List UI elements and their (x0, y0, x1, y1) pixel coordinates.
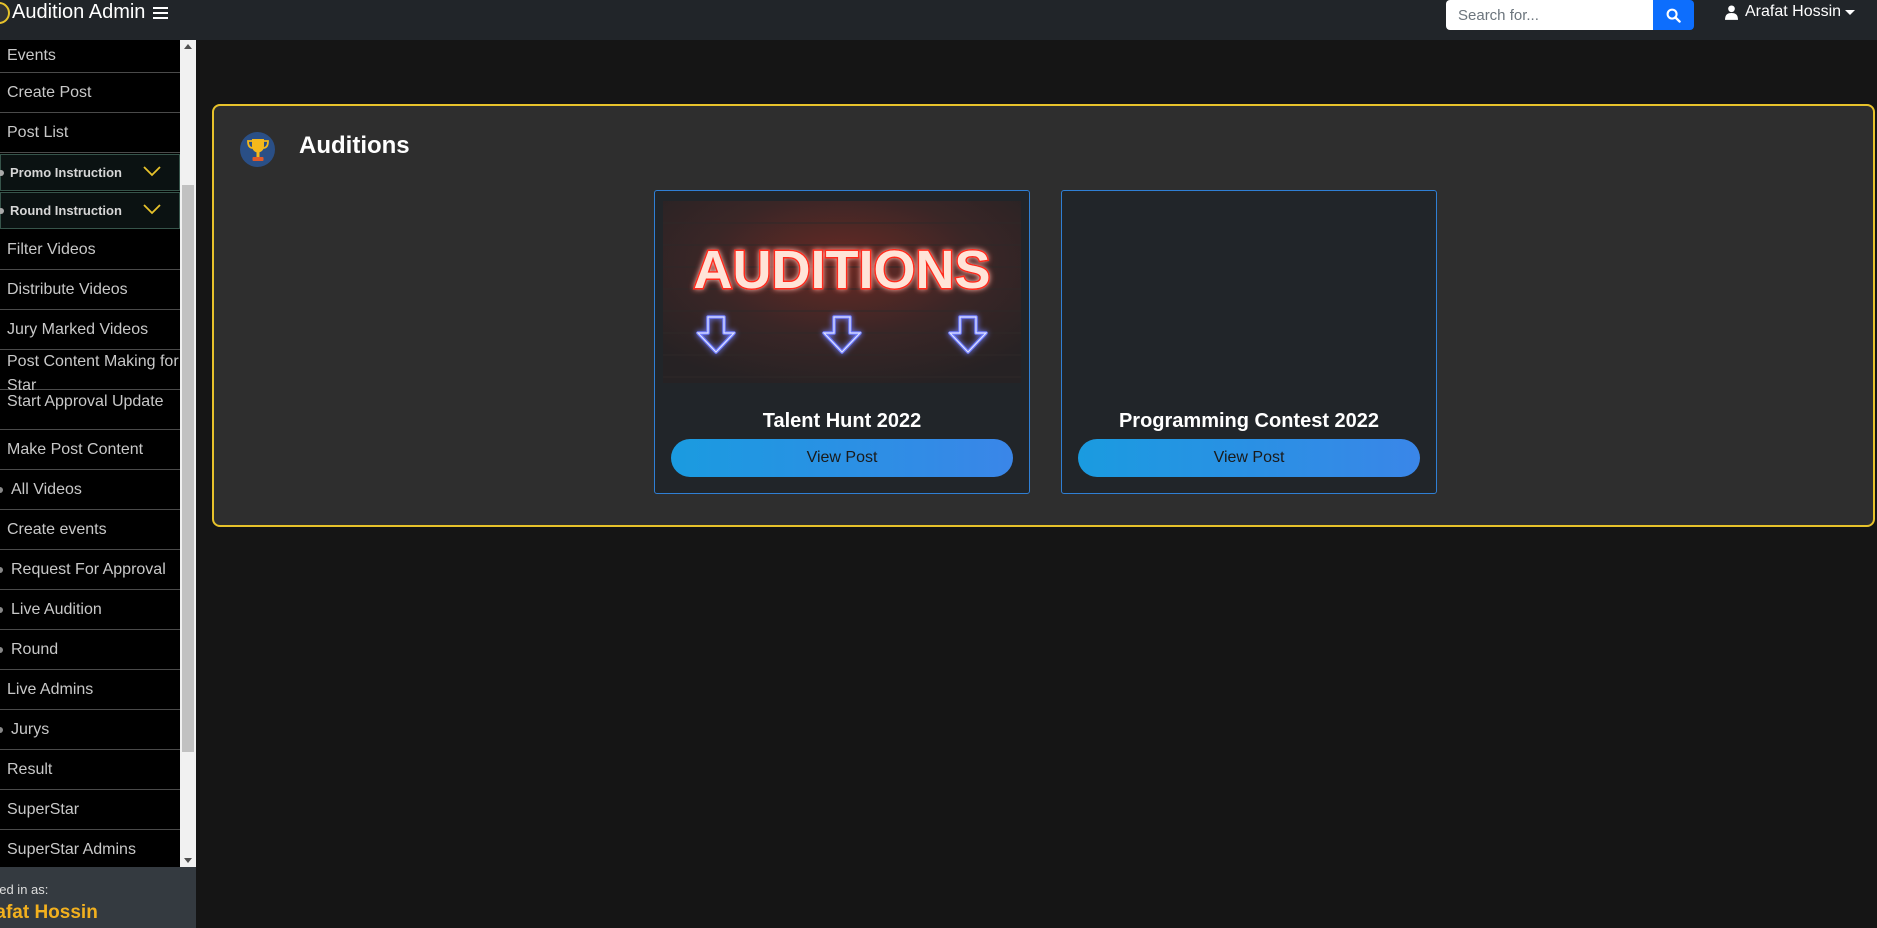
user-name: Arafat Hossin (1745, 3, 1842, 20)
sidebar-item-label: All Videos (11, 480, 82, 498)
view-post-button[interactable]: View Post (671, 439, 1013, 477)
audition-card[interactable]: Programming Contest 2022 View Post (1061, 190, 1437, 494)
scroll-up-arrow-icon[interactable] (184, 44, 192, 49)
sidebar-item-label: Filter Videos (7, 240, 96, 258)
sidebar-item-label: Jurys (11, 720, 50, 738)
sidebar-item-distribute-videos[interactable]: Distribute Videos (0, 270, 180, 310)
sidebar-item-round-instruction[interactable]: Round Instruction (0, 192, 180, 229)
card-title: Programming Contest 2022 (1118, 410, 1380, 432)
sidebar-item-post-list[interactable]: Post List (0, 113, 180, 153)
sidebar-item-label: Make Post Content (7, 440, 144, 458)
sidebar-item-filter-videos[interactable]: Filter Videos (0, 230, 180, 270)
neon-sign-text: AUDITIONS (694, 240, 991, 300)
sidebar-item-label: Round Instruction (10, 203, 122, 218)
caret-down-icon (1845, 9, 1856, 15)
sidebar-item-request-for-approval[interactable]: Request For Approval (0, 550, 180, 590)
sidebar-item-make-post-content[interactable]: Make Post Content (0, 430, 180, 470)
audition-card-image: AUDITIONS (663, 201, 1021, 383)
chevron-down-icon (143, 166, 161, 177)
sidebar-item-jurys[interactable]: Jurys (0, 710, 180, 750)
sidebar-item-label: Start Approval Update (7, 393, 164, 410)
sidebar-item-label: Promo Instruction (10, 165, 122, 180)
brand-logo-icon (0, 1, 10, 24)
sidebar-item-label: Live Admins (7, 680, 94, 698)
sidebar-item-label: Round (11, 640, 59, 658)
sidebar-item-label: SuperStar (7, 800, 80, 818)
sidebar-item-label: Live Audition (11, 600, 102, 618)
user-icon (1725, 4, 1738, 20)
sidebar-item-result[interactable]: Result (0, 750, 180, 790)
sidebar-item-label: Post List (7, 123, 69, 141)
sidebar-item-label: Events (7, 47, 56, 64)
brand-title[interactable]: Audition Admin (12, 1, 145, 24)
sidebar-item-label: Request For Approval (11, 560, 166, 578)
search-icon (1666, 8, 1681, 23)
hamburger-menu-icon[interactable] (153, 6, 169, 19)
sidebar-item-superstar-admins[interactable]: SuperStar Admins (0, 830, 180, 867)
scroll-thumb[interactable] (182, 185, 194, 752)
sidebar-item-live-admins[interactable]: Live Admins (0, 670, 180, 710)
view-post-button[interactable]: View Post (1078, 439, 1420, 477)
user-dropdown[interactable]: Arafat Hossin (1725, 0, 1856, 24)
sidebar-scrollbar[interactable] (180, 40, 196, 867)
sidebar-item-label: Distribute Videos (7, 280, 128, 298)
sidebar-item-round[interactable]: Round (0, 630, 180, 670)
page-title: Auditions (299, 132, 410, 159)
sidebar-item-post-content-making[interactable]: Post Content Making for Star (0, 350, 180, 394)
scroll-down-arrow-icon[interactable] (184, 858, 192, 863)
search-input[interactable] (1446, 0, 1653, 30)
brand[interactable]: Audition Admin (0, 0, 169, 25)
logged-in-name: rafat Hossin (0, 902, 98, 923)
trophy-icon (240, 132, 275, 167)
sidebar-item-jury-marked-videos[interactable]: Jury Marked Videos (0, 310, 180, 350)
logged-in-panel: ged in as: rafat Hossin (0, 867, 196, 928)
sidebar-item-promo-instruction[interactable]: Promo Instruction (0, 154, 180, 191)
audition-card-image (1070, 201, 1428, 383)
sidebar-item-label: Jury Marked Videos (7, 320, 149, 338)
sidebar-item-label: Create events (7, 520, 107, 538)
sidebar-item-create-events[interactable]: Create events (0, 510, 180, 550)
sidebar-item-live-audition[interactable]: Live Audition (0, 590, 180, 630)
logged-in-label: ged in as: (0, 882, 49, 897)
chevron-down-icon (143, 204, 161, 215)
auditions-panel: Auditions AUDITIONS Talent Hunt 2022 Vie… (212, 104, 1875, 527)
sidebar-item-label: Result (7, 760, 53, 778)
sidebar-item-start-approval-update[interactable]: Start Approval Update (0, 390, 180, 430)
search-button[interactable] (1653, 0, 1694, 30)
sidebar-item-all-videos[interactable]: All Videos (0, 470, 180, 510)
audition-card[interactable]: AUDITIONS Talent Hunt 2022 View Post (654, 190, 1030, 494)
card-title: Talent Hunt 2022 (762, 410, 922, 432)
sidebar-item-label: Create Post (7, 83, 92, 101)
sidebar-item-events[interactable]: Events (0, 40, 180, 73)
sidebar-item-superstar[interactable]: SuperStar (0, 790, 180, 830)
sidebar-item-create-post[interactable]: Create Post (0, 73, 180, 113)
sidebar: Events Create Post Post List Promo Instr… (0, 40, 180, 867)
top-navbar: Audition Admin Arafat Hossin (0, 0, 1877, 40)
sidebar-item-label: SuperStar Admins (7, 840, 136, 858)
